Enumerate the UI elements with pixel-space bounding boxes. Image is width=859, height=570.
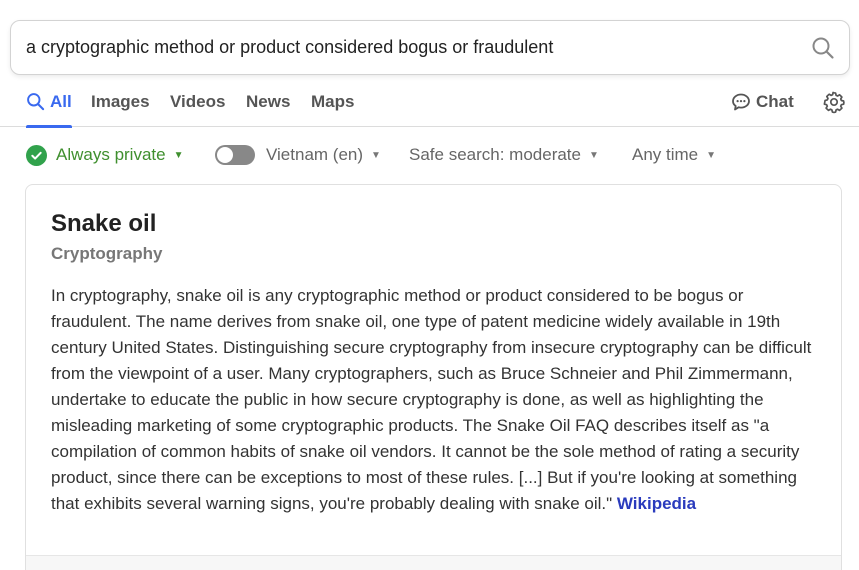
privacy-dropdown[interactable]: Always private ▼ <box>26 140 184 170</box>
active-tab-indicator <box>26 125 72 128</box>
search-button[interactable] <box>797 21 849 74</box>
tab-label: All <box>50 91 72 111</box>
knowledge-card-content: Snake oil Cryptography In cryptography, … <box>51 205 821 517</box>
card-description-text: In cryptography, snake oil is any crypto… <box>51 286 812 513</box>
wikipedia-link[interactable]: Wikipedia <box>617 494 696 513</box>
tab-images[interactable]: Images <box>91 76 150 127</box>
card-footer <box>26 556 841 570</box>
search-icon <box>26 92 45 111</box>
tab-all[interactable]: All <box>26 76 72 128</box>
search-filters: Always private ▼ Vietnam (en) ▼ Safe sea… <box>0 140 859 170</box>
chat-label: Chat <box>756 91 794 111</box>
search-results-page: All Images Videos News Maps Chat <box>0 0 859 570</box>
caret-down-icon: ▼ <box>706 149 717 161</box>
card-title: Snake oil <box>51 210 157 237</box>
region-toggle[interactable] <box>215 145 255 165</box>
card-subtitle: Cryptography <box>51 244 163 263</box>
caret-down-icon: ▼ <box>173 149 184 161</box>
safe-search-dropdown[interactable]: Safe search: moderate ▼ <box>409 140 599 170</box>
card-description: In cryptography, snake oil is any crypto… <box>51 283 821 517</box>
tab-videos[interactable]: Videos <box>170 76 225 127</box>
safe-search-label: Safe search: moderate <box>409 145 581 164</box>
tab-label: Videos <box>170 91 226 111</box>
caret-down-icon: ▼ <box>588 149 599 161</box>
time-label: Any time <box>632 145 699 164</box>
gear-icon <box>823 91 845 114</box>
search-icon <box>812 37 834 59</box>
chat-button[interactable]: Chat <box>731 76 794 127</box>
region-label: Vietnam (en) <box>266 145 364 164</box>
time-dropdown[interactable]: Any time ▼ <box>632 140 716 170</box>
search-bar <box>10 20 850 75</box>
search-input[interactable] <box>11 21 797 74</box>
chat-bubble-icon <box>731 92 751 112</box>
tab-news[interactable]: News <box>246 76 290 127</box>
knowledge-card: Snake oil Cryptography In cryptography, … <box>25 184 842 570</box>
check-circle-icon <box>26 144 47 166</box>
toggle-knob <box>217 147 233 163</box>
tab-label: Images <box>91 91 150 111</box>
region-filter[interactable]: Vietnam (en) ▼ <box>215 140 381 170</box>
privacy-label: Always private <box>56 145 166 164</box>
tab-label: Maps <box>311 91 355 111</box>
caret-down-icon: ▼ <box>371 149 381 161</box>
settings-button[interactable] <box>822 90 846 114</box>
search-nav: All Images Videos News Maps Chat <box>0 76 859 128</box>
tab-maps[interactable]: Maps <box>311 76 354 127</box>
tab-label: News <box>246 91 291 111</box>
